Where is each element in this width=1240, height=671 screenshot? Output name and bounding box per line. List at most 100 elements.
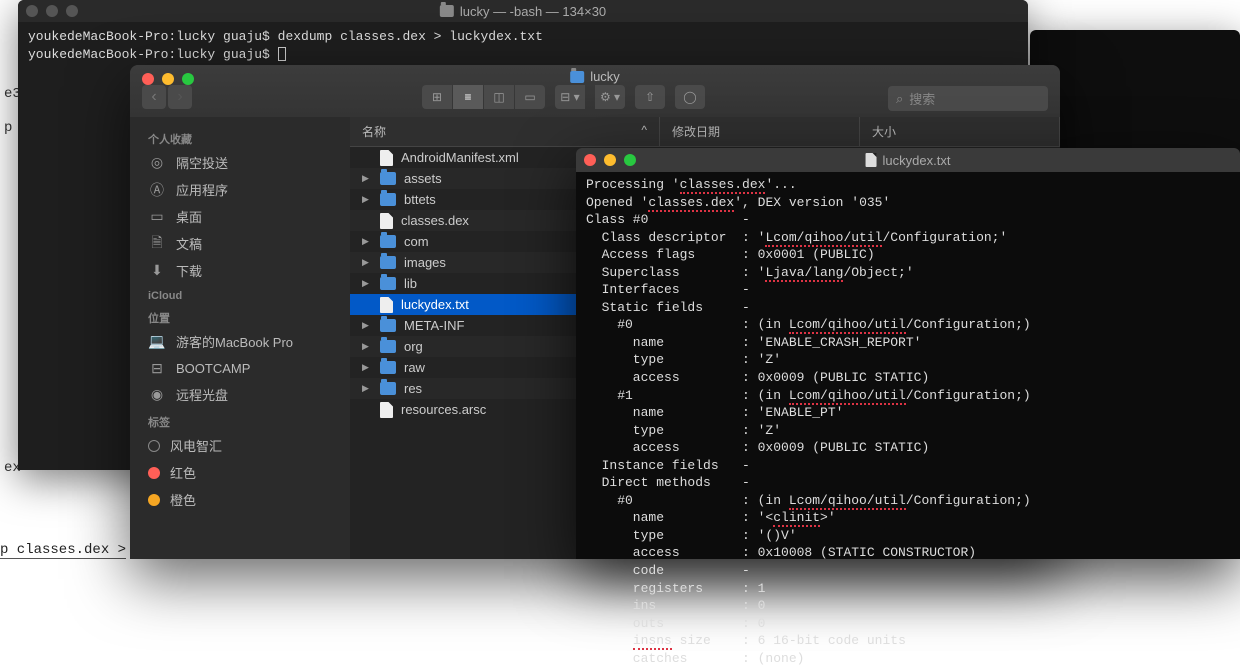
sidebar-icon: ⬇ bbox=[148, 262, 166, 280]
text-line: access : 0x0009 (PUBLIC STATIC) bbox=[586, 369, 1230, 387]
file-icon bbox=[380, 297, 393, 313]
close-icon[interactable] bbox=[584, 154, 596, 166]
close-icon[interactable] bbox=[26, 5, 38, 17]
folder-icon bbox=[380, 340, 396, 353]
sidebar-item[interactable]: ⬇下载 bbox=[130, 257, 350, 284]
sidebar-item[interactable]: ⊟ BOOTCAMP bbox=[130, 355, 350, 381]
sidebar-item[interactable]: ◎隔空投送 bbox=[130, 149, 350, 176]
sidebar-tag[interactable]: 红色 bbox=[130, 459, 350, 486]
folder-icon bbox=[380, 319, 396, 332]
terminal-body[interactable]: youkedeMacBook-Pro:lucky guaju$ dexdump … bbox=[18, 22, 1028, 69]
file-name: raw bbox=[404, 360, 425, 375]
maximize-icon[interactable] bbox=[66, 5, 78, 17]
column-headers[interactable]: 名称 ^ 修改日期 大小 bbox=[350, 117, 1060, 147]
sort-indicator: ^ bbox=[641, 123, 647, 140]
textedit-title: luckydex.txt bbox=[883, 153, 951, 168]
minimize-icon[interactable] bbox=[162, 73, 174, 85]
file-icon bbox=[380, 150, 393, 166]
disclosure-icon[interactable]: ▶ bbox=[362, 194, 372, 205]
command-text: dexdump classes.dex > luckydex.txt bbox=[278, 29, 543, 44]
sidebar-tag[interactable]: 橙色 bbox=[130, 486, 350, 513]
sidebar-item[interactable]: ◉远程光盘 bbox=[130, 381, 350, 408]
sidebar-header-tags: 标签 bbox=[130, 408, 350, 432]
folder-icon bbox=[380, 193, 396, 206]
disclosure-icon[interactable]: ▶ bbox=[362, 341, 372, 352]
file-icon bbox=[866, 153, 877, 167]
file-name: resources.arsc bbox=[401, 402, 486, 417]
col-date[interactable]: 修改日期 bbox=[660, 117, 860, 146]
file-name: assets bbox=[404, 171, 442, 186]
sidebar-tag[interactable]: 风电智汇 bbox=[130, 432, 350, 459]
share-button[interactable]: ⇧ bbox=[635, 85, 665, 109]
disclosure-icon[interactable]: ▶ bbox=[362, 173, 372, 184]
bg-text: p bbox=[4, 120, 12, 136]
minimize-icon[interactable] bbox=[604, 154, 616, 166]
file-icon bbox=[380, 402, 393, 418]
text-line: code - bbox=[586, 562, 1230, 580]
finder-titlebar[interactable]: lucky ‹ › ⊞ ≡ ◫ ▭ ⊟ ▾ ⚙ ▾ ⇧ bbox=[130, 65, 1060, 117]
text-line: Processing 'classes.dex'... bbox=[586, 176, 1230, 194]
file-name: org bbox=[404, 339, 423, 354]
textedit-window[interactable]: luckydex.txt Processing 'classes.dex'...… bbox=[576, 148, 1240, 559]
sidebar-item[interactable]: Ⓐ应用程序 bbox=[130, 176, 350, 203]
minimize-icon[interactable] bbox=[46, 5, 58, 17]
text-line: #0 : (in Lcom/qihoo/util/Configuration;) bbox=[586, 316, 1230, 334]
text-line: Superclass : 'Ljava/lang/Object;' bbox=[586, 264, 1230, 282]
text-line: Access flags : 0x0001 (PUBLIC) bbox=[586, 246, 1230, 264]
close-icon[interactable] bbox=[142, 73, 154, 85]
sidebar-item[interactable]: ▭ 桌面 bbox=[130, 203, 350, 230]
disclosure-icon[interactable]: ▶ bbox=[362, 362, 372, 373]
forward-button[interactable]: › bbox=[168, 85, 192, 109]
prompt: youkedeMacBook-Pro:lucky guaju$ bbox=[28, 29, 270, 44]
icon-view-button[interactable]: ⊞ bbox=[422, 85, 452, 109]
text-line: Instance fields - bbox=[586, 457, 1230, 475]
disclosure-icon[interactable]: ▶ bbox=[362, 383, 372, 394]
back-button[interactable]: ‹ bbox=[142, 85, 166, 109]
search-input[interactable]: ⌕ 搜索 bbox=[888, 86, 1048, 111]
terminal-titlebar[interactable]: lucky — -bash — 134×30 bbox=[18, 0, 1028, 22]
search-icon: ⌕ bbox=[896, 91, 903, 107]
sidebar-item[interactable]: 💻游客的MacBook Pro bbox=[130, 328, 350, 355]
textedit-titlebar[interactable]: luckydex.txt bbox=[576, 148, 1240, 172]
textedit-body[interactable]: Processing 'classes.dex'...Opened 'class… bbox=[576, 172, 1240, 671]
folder-icon bbox=[440, 5, 454, 17]
sidebar-label: 隔空投送 bbox=[176, 153, 228, 172]
tag-label: 风电智汇 bbox=[170, 436, 222, 455]
text-line: insns size : 6 16-bit code units bbox=[586, 632, 1230, 650]
tags-button[interactable]: ◯ bbox=[675, 85, 705, 109]
disclosure-icon[interactable]: ▶ bbox=[362, 236, 372, 247]
text-line: type : 'Z' bbox=[586, 422, 1230, 440]
file-name: luckydex.txt bbox=[401, 297, 469, 312]
col-size[interactable]: 大小 bbox=[860, 117, 1060, 146]
gallery-view-button[interactable]: ▭ bbox=[515, 85, 545, 109]
text-line: access : 0x10008 (STATIC CONSTRUCTOR) bbox=[586, 544, 1230, 562]
list-view-button[interactable]: ≡ bbox=[453, 85, 483, 109]
maximize-icon[interactable] bbox=[182, 73, 194, 85]
view-mode-group: ⊞ ≡ ◫ ▭ bbox=[422, 85, 545, 109]
text-line: Class #0 - bbox=[586, 211, 1230, 229]
sidebar-label: 桌面 bbox=[176, 207, 202, 226]
sidebar-icon: ▭ bbox=[148, 208, 166, 226]
maximize-icon[interactable] bbox=[624, 154, 636, 166]
sidebar-icon: ⊟ bbox=[148, 359, 166, 377]
folder-icon bbox=[570, 71, 584, 83]
text-line: #1 : (in Lcom/qihoo/util/Configuration;) bbox=[586, 387, 1230, 405]
sidebar-label: 文稿 bbox=[176, 234, 202, 253]
tag-dot-icon bbox=[148, 440, 160, 452]
finder-sidebar: 个人收藏 ◎隔空投送Ⓐ应用程序▭桌面🗎文稿⬇下载 iCloud 位置 💻游客的M… bbox=[130, 117, 350, 559]
text-line: Opened 'classes.dex', DEX version '035' bbox=[586, 194, 1230, 212]
disclosure-icon[interactable]: ▶ bbox=[362, 320, 372, 331]
sidebar-label: BOOTCAMP bbox=[176, 361, 250, 376]
text-line: Direct methods - bbox=[586, 474, 1230, 492]
file-name: META-INF bbox=[404, 318, 464, 333]
sidebar-item[interactable]: 🗎文稿 bbox=[130, 230, 350, 257]
disclosure-icon[interactable]: ▶ bbox=[362, 278, 372, 289]
col-name[interactable]: 名称 bbox=[362, 123, 386, 140]
file-icon bbox=[380, 213, 393, 229]
column-view-button[interactable]: ◫ bbox=[484, 85, 514, 109]
sidebar-header-locations: 位置 bbox=[130, 304, 350, 328]
action-button[interactable]: ⚙ ▾ bbox=[595, 85, 625, 109]
disclosure-icon[interactable]: ▶ bbox=[362, 257, 372, 268]
arrange-button[interactable]: ⊟ ▾ bbox=[555, 85, 585, 109]
prompt: youkedeMacBook-Pro:lucky guaju$ bbox=[28, 47, 270, 62]
